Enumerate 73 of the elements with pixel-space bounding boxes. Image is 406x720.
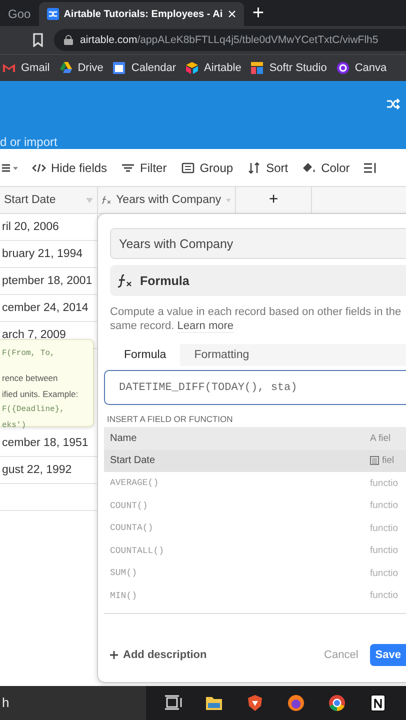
folder-icon[interactable] [205,694,223,712]
add-description-button[interactable]: Add description [110,649,207,661]
tooltip-text: eks') [2,420,28,432]
browser-icon[interactable] [328,694,346,712]
dropdown-caret-icon [226,198,231,202]
bookmark-link[interactable]: Softr Studio [250,61,327,75]
tooltip-text: F({Deadline}, [2,404,66,416]
toolbar-button[interactable]: Group [180,160,234,174]
fox-globe-icon[interactable] [287,694,305,712]
field-name-input[interactable]: Years with Company [110,228,406,259]
view-menu-icon[interactable] [2,162,18,172]
site-icon [46,8,59,20]
tooltip-text: rence between [2,372,59,385]
table-cell-text: ptember 18, 2001 [1,275,92,287]
bookmark-site-icon [185,61,200,75]
bookmark-icon[interactable] [32,33,44,47]
calendar-icon [370,456,379,466]
task-view-icon[interactable] [164,694,182,712]
toolbar-button[interactable]: Color [302,160,350,174]
editor-tab[interactable]: Formula [110,344,180,366]
bookmark-site-icon [2,61,16,75]
toolbar-icon [32,162,46,174]
bookmark-site-icon [250,61,264,75]
toolbar-icon [121,162,136,174]
lion-shield-icon[interactable] [246,694,264,712]
toolbar-icon [247,162,262,174]
toolbar-button[interactable]: Sort [247,160,288,174]
list-header: Name [110,432,138,444]
taskbar-search[interactable]: h [0,686,146,720]
toolbar-icon [302,162,316,174]
save-button[interactable]: Save [370,644,406,666]
bookmark-site-icon [58,61,73,75]
address-bar[interactable]: airtable.com/appALeK8bFTLLq4j5/tble0dVMwYCetTxtC/viwFlh5 [54,29,406,51]
lock-icon [64,35,73,45]
bookmark-link[interactable]: Gmail [2,61,50,75]
toolbar-button[interactable]: Filter [121,160,167,174]
close-tab-button[interactable]: × [228,6,236,22]
new-tab-button[interactable]: + [244,2,272,26]
table-cell-text: arch 7, 2009 [1,329,66,341]
formula-icon [102,194,112,206]
bookmark-link[interactable]: Airtable [185,61,242,75]
bookmark-link[interactable]: Calendar [112,61,176,75]
table-cell-text: cember 18, 1951 [1,437,88,449]
shuffle-icon [386,98,400,110]
section-label: INSERT A FIELD OR FUNCTION [107,414,234,424]
browser-tab[interactable]: Airtable Tutorials: Employees - Ai × [38,2,244,26]
bookmark-link[interactable]: Drive [58,61,104,75]
notebook-icon[interactable] [369,694,387,712]
url-text: airtable.com/appALeK8bFTLLq4j5/tble0dVMwYCetTxtC/viwFlh5 [80,34,378,46]
table-cell-text: gust 22, 1992 [1,464,72,476]
tooltip-text: F(From, To, [2,348,56,360]
table-cell-text: bruary 21, 1994 [1,248,83,260]
function-list-item[interactable]: Start Date fiel [104,450,406,472]
dropdown-caret-icon [86,198,93,202]
bookmark-site-icon [112,61,126,75]
list-header: A fiel [370,432,392,444]
browser-tab[interactable]: Goo [0,2,39,26]
formula-input[interactable]: DATETIME_DIFF(TODAY(), sta) [104,370,406,405]
learn-more-link[interactable]: Learn more [177,320,234,333]
table-cell-text: cember 24, 2014 [1,302,88,314]
tooltip-text: ified units. Example: [2,388,80,401]
field-description: Compute a value in each record based on other fields in the same record. Learn more [110,305,402,333]
row-height-icon[interactable] [364,162,376,174]
toolbar-button[interactable]: Hide fields [32,160,108,174]
editor-tab[interactable]: Formatting [180,344,264,366]
formula-icon [118,274,132,288]
plus-icon [110,651,118,659]
bookmark-site-icon [336,61,350,75]
table-cell-text: ril 20, 2006 [1,221,59,233]
column-header[interactable]: Start Date [0,187,98,213]
bookmark-link[interactable]: Canva [336,61,387,75]
field-type-dropdown[interactable]: Formula [110,265,406,296]
toolbar-icon [180,162,195,174]
